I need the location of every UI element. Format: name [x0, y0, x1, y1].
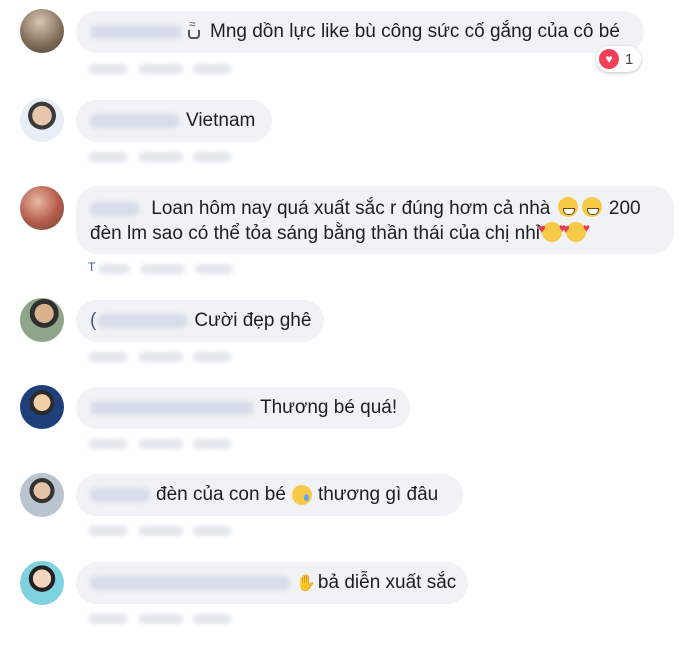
comment-text-suffix: 200: [608, 198, 641, 219]
comment-bubble: Thương bé quá!: [76, 387, 410, 429]
commenter-name-fragment[interactable]: (: [90, 310, 96, 332]
comment-bubble: ✋ bả diễn xuất sắc: [76, 562, 468, 604]
reaction-count: 1: [625, 50, 634, 68]
avatar[interactable]: [20, 186, 64, 230]
comment-bubble: Loan hôm nay quá xuất sắc r đúng hơm cả …: [76, 186, 674, 254]
commenter-name-blurred[interactable]: [90, 401, 254, 415]
commenter-name-blurred[interactable]: [90, 25, 182, 39]
reaction-count-badge[interactable]: ♥ 1: [596, 46, 642, 72]
comment-text: Mng dồn lực like bù công sức cố gắng của…: [210, 21, 620, 42]
avatar[interactable]: [20, 298, 64, 342]
comment-actions-blurred: [88, 152, 231, 166]
comment-actions-blurred: [88, 526, 231, 540]
comment-bubble: Vietnam: [76, 100, 272, 142]
commenter-name-blurred[interactable]: [90, 114, 180, 128]
comment-action-fragment[interactable]: T: [88, 260, 95, 274]
commenter-name-blurred[interactable]: [90, 488, 150, 502]
avatar[interactable]: [20, 9, 64, 53]
comment-text: Thương bé quá!: [260, 397, 398, 418]
comment-text-line2: đèn lm sao có thể tỏa sáng bằng thần thá…: [90, 223, 540, 244]
comment-text: thương gì đâu: [317, 484, 439, 505]
smiling-face-with-hearts-icon: [538, 216, 566, 242]
avatar[interactable]: [20, 98, 64, 142]
commenter-name-blurred[interactable]: [90, 576, 290, 590]
comment-text-line1: Loan hôm nay quá xuất sắc r đúng hơm cả …: [151, 198, 551, 219]
comment-actions-blurred: [88, 439, 231, 453]
commenter-name-blurred[interactable]: [90, 201, 140, 216]
avatar[interactable]: [20, 561, 64, 605]
waving-hand-icon: ✋: [296, 575, 316, 592]
grinning-sweat-face-icon: [557, 197, 578, 217]
comment-text: Cười đẹp ghê: [194, 310, 312, 331]
hot-beverage-icon: [188, 17, 204, 39]
avatar[interactable]: [20, 385, 64, 429]
comment-actions-blurred: [88, 64, 231, 78]
smiling-face-with-hearts-icon: [562, 216, 590, 242]
grinning-sweat-face-icon: [581, 197, 602, 217]
comment-text: bả diễn xuất sắc: [317, 572, 457, 593]
heart-icon: ♥: [599, 49, 619, 69]
comment-actions-blurred: [88, 352, 231, 366]
sad-tear-face-icon: [291, 485, 312, 505]
comment-text: đèn của con bé: [156, 484, 286, 505]
comment-actions-blurred: [98, 264, 233, 278]
comment-text: Vietnam: [186, 110, 256, 131]
commenter-name-blurred[interactable]: [98, 314, 189, 328]
comment-bubble: đèn của con bé thương gì đâu: [76, 474, 463, 516]
comment-actions-blurred: [88, 614, 231, 628]
avatar[interactable]: [20, 473, 64, 517]
comment-bubble: Mng dồn lực like bù công sức cố gắng của…: [76, 11, 644, 53]
comment-bubble: ( Cười đẹp ghê: [76, 300, 324, 342]
